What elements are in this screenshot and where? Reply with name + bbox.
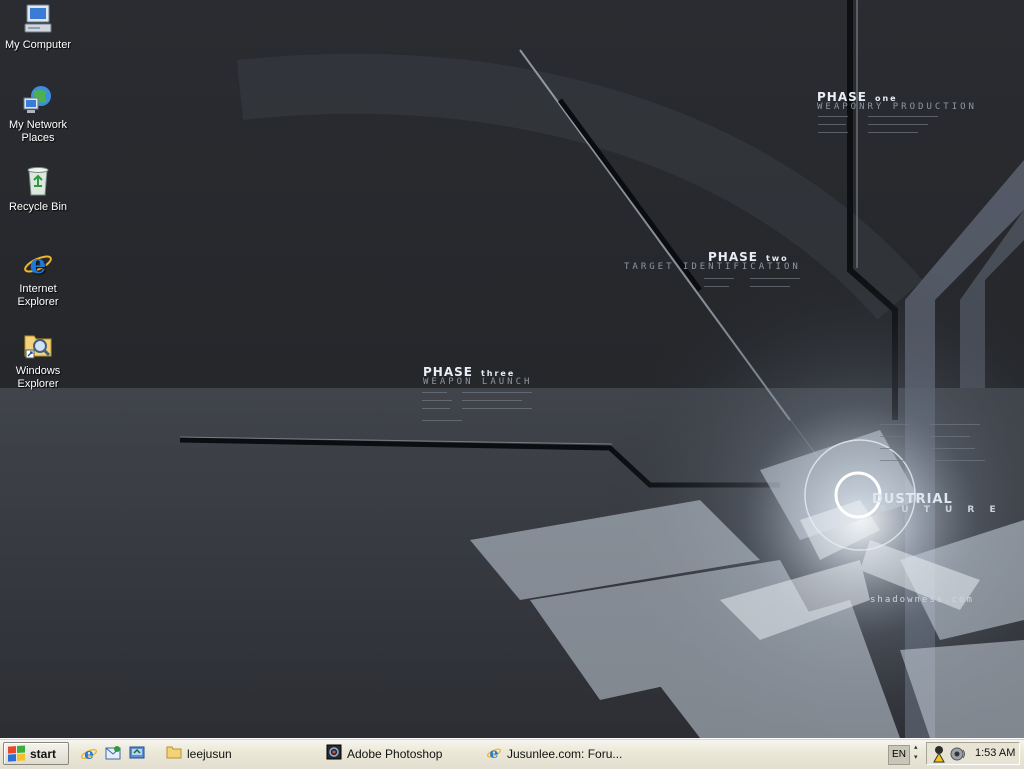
taskbar-clock[interactable]: 1:53 AM [975, 747, 1015, 759]
my-computer-icon [21, 2, 55, 36]
svg-text:e: e [30, 250, 47, 280]
start-button[interactable]: start [3, 742, 69, 765]
phase-one-subtitle: WEAPONRY PRODUCTION [817, 102, 977, 112]
taskbar-button-label: leejusun [187, 746, 232, 761]
windows-explorer-icon [21, 328, 55, 362]
internet-explorer-icon[interactable]: e [80, 744, 98, 763]
desktop-wallpaper: PHASE one WEAPONRY PRODUCTION PHASE two TA… [0, 0, 1024, 738]
start-label: start [30, 746, 57, 761]
system-tray: 1:53 AM [926, 742, 1020, 765]
taskbar-button-jusunlee-forum[interactable]: e Jusunlee.com: Foru... [480, 742, 640, 765]
show-desktop-icon[interactable] [128, 744, 146, 762]
taskbar-button-adobe-photoshop[interactable]: Adobe Photoshop [320, 742, 475, 765]
desktop-icon-label: Recycle Bin [8, 201, 68, 213]
desktop-icon-my-computer[interactable]: My Computer [0, 2, 76, 52]
wallpaper-site: shadowness.com [870, 595, 974, 605]
desktop-icon-label: My Network Places [8, 119, 68, 144]
volume-icon[interactable] [949, 746, 967, 765]
language-indicator[interactable]: EN [888, 745, 910, 765]
taskbar-button-label: Adobe Photoshop [347, 746, 443, 761]
internet-explorer-icon: e [486, 744, 502, 763]
taskbar-button-label: Jusunlee.com: Foru... [507, 746, 623, 761]
internet-explorer-icon: e [21, 246, 55, 280]
desktop-icon-label: Windows Explorer [15, 365, 61, 390]
phase-three-subtitle: WEAPON LAUNCH [423, 377, 533, 387]
photoshop-icon [326, 744, 342, 763]
taskbar: start e leejusun Adobe Photoshop e Jusun… [0, 738, 1024, 769]
phase-two-subtitle: TARGET IDENTIFICATION [624, 262, 801, 272]
desktop-icon-recycle-bin[interactable]: Recycle Bin [0, 164, 76, 214]
desktop-icon-label: Internet Explorer [17, 283, 59, 308]
wallpaper-brand-sub: F U T U R E [880, 505, 1002, 515]
messenger-icon[interactable] [931, 745, 947, 766]
taskbar-button-leejusun[interactable]: leejusun [160, 742, 310, 765]
folder-icon [166, 745, 182, 762]
outlook-express-icon[interactable] [104, 744, 122, 762]
windows-logo-icon [8, 744, 26, 762]
quick-launch-bar: e [80, 744, 146, 763]
desktop-icon-internet-explorer[interactable]: e Internet Explorer [0, 246, 76, 309]
network-places-icon [21, 82, 55, 116]
language-bar-arrows-icon[interactable]: ▴ ▾ [914, 743, 918, 763]
svg-text:e: e [490, 746, 499, 760]
desktop-icon-my-network-places[interactable]: My Network Places [0, 82, 76, 145]
svg-text:e: e [84, 745, 94, 762]
desktop-icon-windows-explorer[interactable]: Windows Explorer [0, 328, 76, 391]
recycle-bin-icon [21, 164, 55, 198]
desktop-icon-label: My Computer [4, 39, 72, 51]
